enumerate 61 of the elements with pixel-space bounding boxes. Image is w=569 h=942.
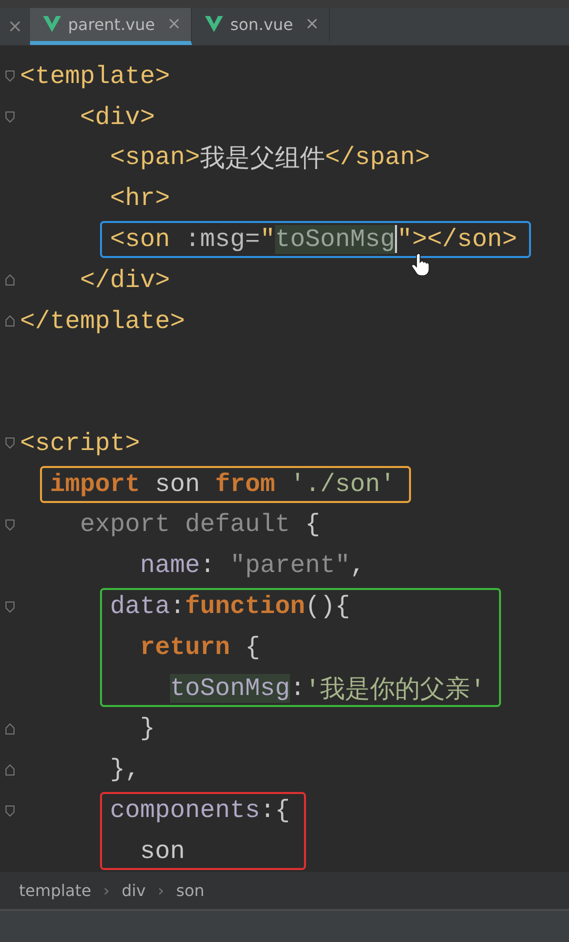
code-text: export default (80, 510, 290, 540)
fold-open-icon[interactable] (5, 111, 15, 124)
chevron-icon: › (103, 880, 110, 900)
fold-open-icon[interactable] (5, 70, 15, 82)
code-tag: <script> (20, 428, 140, 458)
fold-close-icon[interactable] (5, 764, 15, 776)
code-tag: " (260, 224, 276, 254)
hand-cursor-icon (412, 252, 430, 276)
breadcrumb-item[interactable]: template (19, 880, 92, 900)
code-text: 我是父组件 (200, 144, 326, 174)
code-keyword: import (50, 470, 140, 499)
editor-tab[interactable]: parent.vue × (30, 8, 192, 45)
code-text: , (350, 551, 366, 580)
editor-tab[interactable]: son.vue × (192, 8, 330, 45)
code-attribute: :msg= (185, 224, 260, 254)
breadcrumb-item[interactable]: son (176, 880, 204, 900)
code-tag: </span> (325, 143, 430, 172)
code-tag: <span> (110, 143, 200, 172)
code-text: { (305, 510, 320, 540)
breadcrumb-item[interactable]: div (122, 880, 146, 900)
close-icon[interactable]: × (0, 8, 30, 45)
code-tag: "></son> (397, 224, 518, 254)
code-key: name (140, 551, 200, 580)
code-key: components (110, 796, 260, 826)
chevron-icon: › (158, 880, 164, 900)
close-icon[interactable]: × (166, 14, 182, 34)
code-tag: <div> (80, 102, 156, 132)
code-keyword: return (140, 632, 230, 662)
code-text: "parent" (230, 551, 350, 580)
code-tag: <template> (20, 62, 170, 91)
code-text: son (155, 470, 202, 499)
code-string: './son' (290, 470, 396, 499)
code-tag: </template> (20, 306, 186, 336)
code-text: } (140, 714, 156, 744)
v-logo-icon (204, 15, 224, 34)
code-text: : (170, 592, 186, 622)
fold-open-icon[interactable] (5, 518, 15, 531)
code-text: : (200, 551, 216, 580)
code-text: :{ (260, 796, 290, 826)
code-text: }, (110, 755, 140, 784)
close-icon[interactable]: × (305, 14, 320, 34)
code-tag: <hr> (110, 184, 170, 214)
fold-close-icon[interactable] (5, 274, 15, 286)
code-tag: <son (110, 224, 170, 254)
code-text: (){ (305, 592, 350, 622)
code-string: '我是你的父亲' (305, 674, 486, 705)
code-keyword: function (185, 592, 306, 622)
code-key: toSonMsg (170, 674, 290, 703)
code-text: { (245, 632, 260, 662)
code-text: toSonMsg (275, 224, 396, 254)
fold-open-icon[interactable] (5, 437, 15, 450)
v-logo-icon (42, 15, 62, 34)
fold-open-icon[interactable] (5, 600, 15, 613)
code-text: : (290, 674, 306, 703)
code-text: son (140, 836, 186, 866)
code-key: data (110, 592, 170, 622)
fold-open-icon[interactable] (5, 804, 15, 817)
fold-close-icon[interactable] (5, 315, 15, 327)
fold-close-icon[interactable] (5, 722, 15, 735)
code-tag: </div> (80, 266, 170, 295)
code-keyword: from (215, 470, 276, 499)
